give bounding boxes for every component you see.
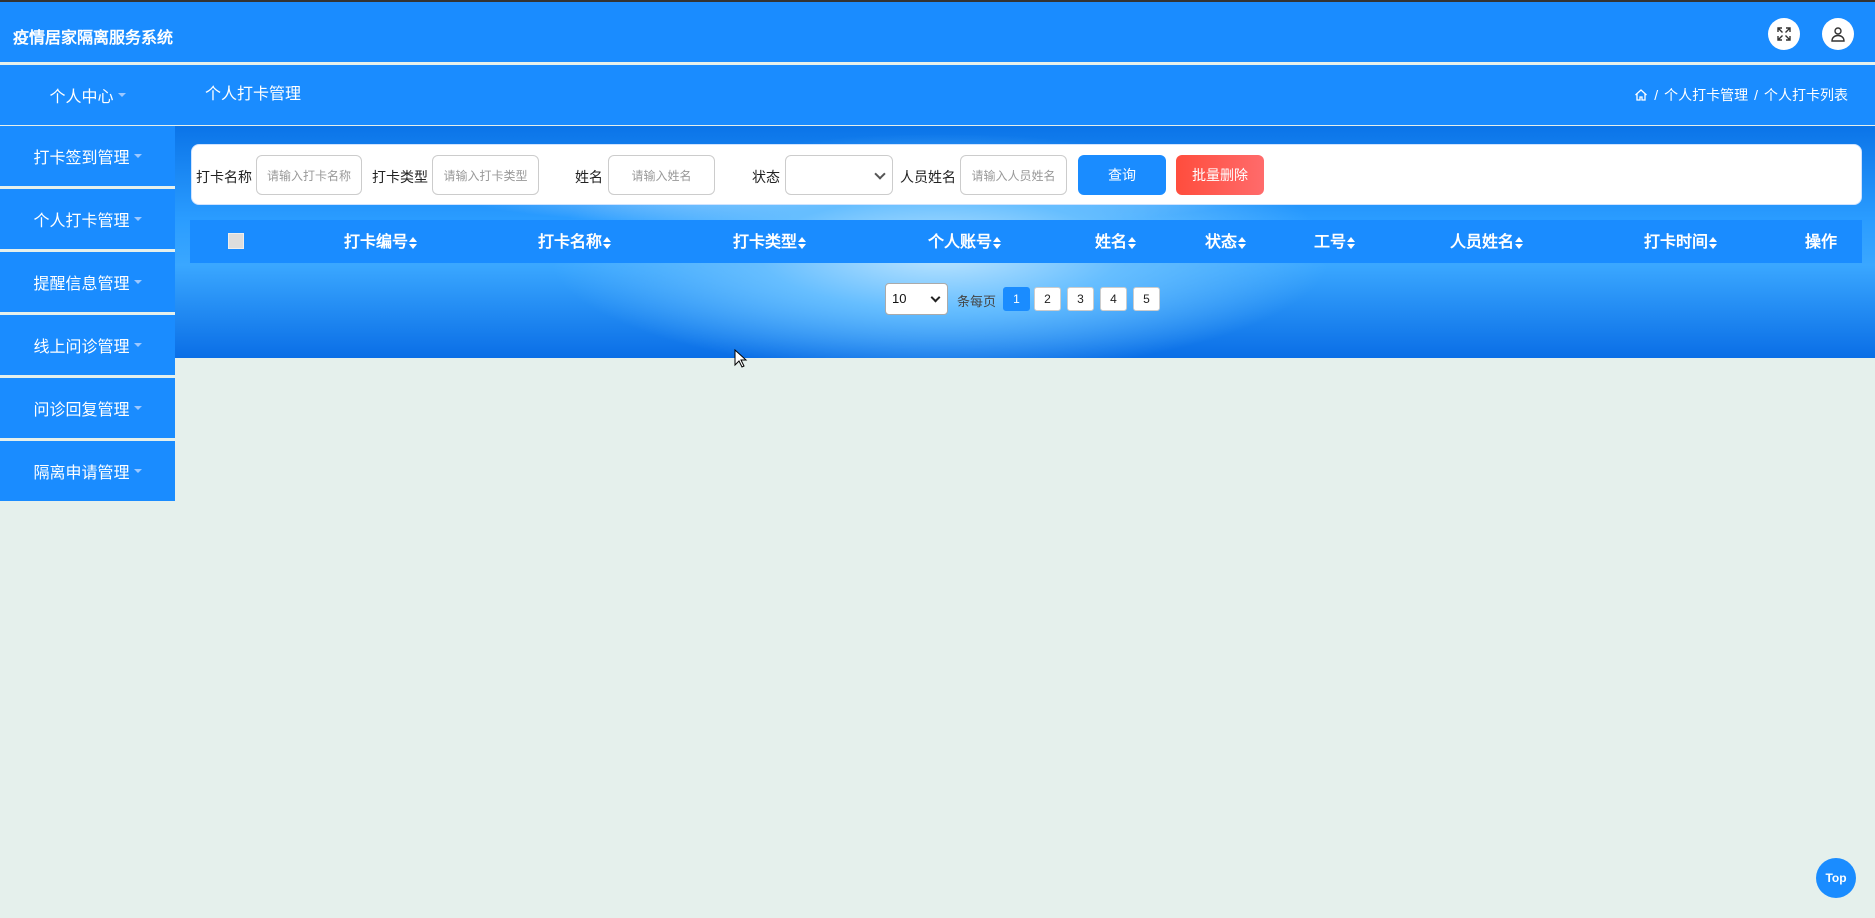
column-header-checkin-name[interactable]: 打卡名称 [538,220,612,263]
column-header-label: 姓名 [1095,232,1128,251]
sort-icon [1238,236,1247,249]
personal-center-label: 个人中心 [49,89,114,106]
batch-delete-button[interactable]: 批量删除 [1176,155,1264,195]
status-select[interactable] [785,155,893,195]
column-header-actions: 操作 [1805,220,1837,263]
caret-down-icon [133,280,142,284]
sort-icon [798,236,807,249]
caret-down-icon [133,217,142,221]
column-header-label: 打卡类型 [733,232,798,251]
sidebar-item-label: 问诊回复管理 [33,402,130,419]
sidebar-item-personal-checkin[interactable]: 个人打卡管理 [0,189,175,249]
person-name-label: 人员姓名 [900,169,956,185]
person-name-input[interactable]: 请输入人员姓名 [960,155,1067,195]
column-header-label: 人员姓名 [1450,232,1515,251]
column-header-checkin-type[interactable]: 打卡类型 [733,220,807,263]
user-icon[interactable] [1822,18,1854,50]
fullscreen-icon[interactable] [1768,18,1800,50]
column-header-label: 个人账号 [928,232,993,251]
sort-icon [603,236,612,249]
page-size-select[interactable]: 10 [885,283,948,315]
page-button-1[interactable]: 1 [1003,287,1030,311]
sidebar-item-checkin-sign[interactable]: 打卡签到管理 [0,126,175,186]
nav-bar: 个人中心 个人打卡管理 / 个人打卡管理 / 个人打卡列表 [0,65,1875,125]
breadcrumb-separator: / [1654,87,1659,103]
name-input[interactable]: 请输入姓名 [608,155,715,195]
column-header-checkin-time[interactable]: 打卡时间 [1644,220,1718,263]
checkin-name-input[interactable]: 请输入打卡名称 [256,155,362,195]
checkin-type-input[interactable]: 请输入打卡类型 [432,155,539,195]
sidebar-item-label: 打卡签到管理 [33,150,130,167]
mouse-cursor-icon [734,349,748,368]
page-button-4[interactable]: 4 [1100,287,1127,311]
caret-down-icon [133,406,142,410]
column-header-label: 状态 [1205,232,1238,251]
sort-icon [1709,236,1718,249]
table-header: 打卡编号 打卡名称 打卡类型 个人账号 姓名 状态 工号 人员姓名 打卡时间 操… [190,220,1862,263]
caret-down-icon [133,154,142,158]
sidebar-item-isolation-apply[interactable]: 隔离申请管理 [0,441,175,501]
select-all-checkbox[interactable] [228,233,244,249]
sidebar-item-label: 隔离申请管理 [33,465,130,482]
sidebar-item-reminders[interactable]: 提醒信息管理 [0,252,175,312]
sidebar-item-consult-reply[interactable]: 问诊回复管理 [0,378,175,438]
sidebar-item-label: 提醒信息管理 [33,276,130,293]
column-header-label: 工号 [1314,232,1347,251]
chevron-down-icon [930,292,941,303]
sidebar: 打卡签到管理 个人打卡管理 提醒信息管理 线上问诊管理 问诊回复管理 隔离申请管… [0,126,175,504]
status-label: 状态 [752,169,780,185]
personal-center-menu[interactable]: 个人中心 [0,65,175,125]
sort-icon [1515,236,1524,249]
caret-down-icon [133,343,142,347]
breadcrumb-item-checkin-list: 个人打卡列表 [1764,87,1848,103]
page-size-value: 10 [892,291,907,306]
query-button[interactable]: 查询 [1078,155,1166,195]
breadcrumb-separator: / [1754,87,1758,103]
back-to-top-button[interactable]: Top [1816,858,1856,898]
search-panel: 打卡名称 请输入打卡名称 打卡类型 请输入打卡类型 姓名 请输入姓名 状态 人员… [191,144,1862,205]
sort-icon [1347,236,1356,249]
breadcrumb-item-checkin-manage[interactable]: 个人打卡管理 [1664,85,1748,105]
page-title: 个人打卡管理 [205,86,302,103]
name-label: 姓名 [575,169,603,185]
checkin-name-label: 打卡名称 [196,169,252,185]
caret-down-icon [117,93,126,97]
column-header-person-name[interactable]: 人员姓名 [1450,220,1524,263]
sidebar-item-online-consult[interactable]: 线上问诊管理 [0,315,175,375]
breadcrumb: / 个人打卡管理 / 个人打卡列表 [1634,65,1848,125]
column-header-status[interactable]: 状态 [1205,220,1247,263]
top-bar: 疫情居家隔离服务系统 [0,0,1875,62]
column-header-label: 打卡编号 [344,232,409,251]
column-header-name[interactable]: 姓名 [1095,220,1137,263]
column-header-personal-account[interactable]: 个人账号 [928,220,1002,263]
column-header-label: 操作 [1805,232,1838,251]
column-header-label: 打卡时间 [1644,232,1709,251]
caret-down-icon [133,469,142,473]
sort-icon [409,236,418,249]
sort-icon [1128,236,1137,249]
page-button-2[interactable]: 2 [1034,287,1061,311]
checkin-type-label: 打卡类型 [372,169,428,185]
chevron-down-icon [874,168,886,180]
per-page-label: 条每页 [957,294,997,309]
page-button-3[interactable]: 3 [1067,287,1094,311]
sort-icon [993,236,1002,249]
column-header-label: 打卡名称 [538,232,603,251]
app-title: 疫情居家隔离服务系统 [13,30,174,47]
home-icon[interactable] [1634,88,1648,102]
column-header-checkin-id[interactable]: 打卡编号 [344,220,418,263]
page-button-5[interactable]: 5 [1133,287,1160,311]
sidebar-item-label: 个人打卡管理 [33,213,130,230]
column-header-employee-id[interactable]: 工号 [1314,220,1356,263]
sidebar-item-label: 线上问诊管理 [33,339,130,356]
